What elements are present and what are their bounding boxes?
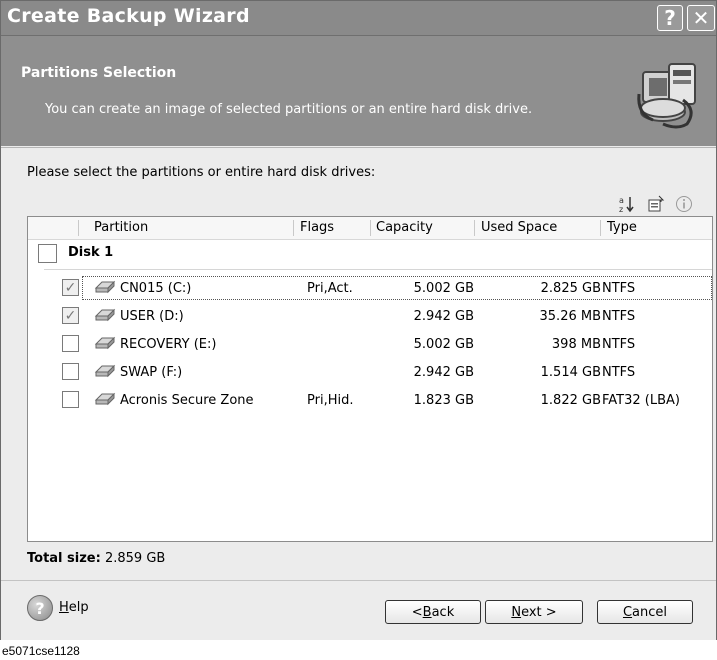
- svg-text:z: z: [619, 205, 623, 213]
- header-title: Partitions Selection: [21, 65, 177, 81]
- list-toolbar: az: [619, 193, 693, 215]
- hard-drive-icon: [94, 336, 116, 350]
- partition-type: NTFS: [602, 309, 636, 324]
- partition-checkbox[interactable]: ✓: [62, 279, 79, 296]
- partition-used-space: 2.825 GB: [540, 281, 601, 296]
- figure-caption: e5071cse1128: [2, 644, 80, 658]
- column-flags[interactable]: Flags: [300, 220, 334, 235]
- partition-used-space: 1.822 GB: [540, 393, 601, 408]
- partition-capacity: 5.002 GB: [413, 281, 474, 296]
- hard-drive-icon: [94, 308, 116, 322]
- partition-row[interactable]: ✓ USER (D:) 2.942 GB 35.26 MB NTFS: [28, 303, 712, 331]
- column-partition[interactable]: Partition: [94, 220, 148, 235]
- partition-checkbox[interactable]: [62, 363, 79, 380]
- back-button[interactable]: < Back: [385, 600, 481, 624]
- svg-text:a: a: [619, 196, 624, 205]
- partition-row[interactable]: ✓ CN015 (C:) Pri,Act. 5.002 GB 2.825 GB …: [28, 275, 712, 303]
- selection-prompt: Please select the partitions or entire h…: [27, 165, 376, 180]
- cancel-button[interactable]: Cancel: [597, 600, 693, 624]
- partition-row[interactable]: RECOVERY (E:) 5.002 GB 398 MB NTFS: [28, 331, 712, 359]
- help-link[interactable]: Help: [59, 600, 89, 615]
- partition-row[interactable]: SWAP (F:) 2.942 GB 1.514 GB NTFS: [28, 359, 712, 387]
- partition-used-space: 398 MB: [551, 337, 601, 352]
- partition-flags: Pri,Hid.: [307, 393, 354, 408]
- partition-flags: Pri,Act.: [307, 281, 353, 296]
- column-capacity[interactable]: Capacity: [376, 220, 433, 235]
- sort-icon[interactable]: az: [619, 195, 637, 213]
- partition-checkbox[interactable]: ✓: [62, 307, 79, 324]
- wizard-footer: ? Help < Back Next > Cancel: [1, 580, 716, 640]
- secure-zone-drive-icon: [94, 392, 116, 406]
- partition-type: NTFS: [602, 281, 636, 296]
- column-header: Partition Flags Capacity Used Space Type: [28, 217, 712, 240]
- title-bar[interactable]: Create Backup Wizard ? ✕: [1, 1, 716, 36]
- partition-type: FAT32 (LBA): [602, 393, 680, 408]
- column-used-space[interactable]: Used Space: [481, 220, 557, 235]
- disk-label: Disk 1: [68, 245, 114, 260]
- backup-disk-icon: [637, 63, 696, 129]
- disk-divider: [44, 269, 712, 270]
- partition-name: CN015 (C:): [120, 281, 192, 296]
- disk-row[interactable]: Disk 1: [28, 241, 712, 267]
- wizard-header: Partitions Selection You can create an i…: [1, 36, 716, 146]
- total-size-value: 2.859 GB: [104, 551, 166, 566]
- help-icon[interactable]: ?: [27, 595, 53, 621]
- total-size: Total size: 2.859 GB: [27, 551, 165, 566]
- hard-drive-icon: [94, 364, 116, 378]
- partition-checkbox[interactable]: [62, 335, 79, 352]
- partition-used-space: 1.514 GB: [540, 365, 601, 380]
- help-title-button[interactable]: ?: [657, 5, 683, 31]
- partition-name: RECOVERY (E:): [120, 337, 217, 352]
- partitions-list[interactable]: Partition Flags Capacity Used Space Type…: [27, 216, 713, 542]
- partition-capacity: 2.942 GB: [413, 365, 474, 380]
- header-subtitle: You can create an image of selected part…: [45, 102, 533, 117]
- total-size-label: Total size:: [27, 551, 101, 566]
- partition-row[interactable]: Acronis Secure Zone Pri,Hid. 1.823 GB 1.…: [28, 387, 712, 415]
- partition-name: SWAP (F:): [120, 365, 183, 380]
- partition-type: NTFS: [602, 365, 636, 380]
- partition-used-space: 35.26 MB: [539, 309, 601, 324]
- close-button[interactable]: ✕: [687, 5, 715, 31]
- partition-capacity: 1.823 GB: [413, 393, 474, 408]
- window-title: Create Backup Wizard: [7, 5, 250, 27]
- next-button[interactable]: Next >: [485, 600, 583, 624]
- partition-capacity: 5.002 GB: [413, 337, 474, 352]
- hard-drive-icon: [94, 280, 116, 294]
- info-icon: [675, 195, 693, 213]
- partition-name: USER (D:): [120, 309, 184, 324]
- column-type[interactable]: Type: [607, 220, 637, 235]
- properties-icon[interactable]: [647, 195, 665, 213]
- disk-checkbox[interactable]: [38, 244, 57, 263]
- partition-capacity: 2.942 GB: [413, 309, 474, 324]
- partition-name: Acronis Secure Zone: [120, 393, 254, 408]
- create-backup-wizard-window: Create Backup Wizard ? ✕ Partitions Sele…: [0, 0, 717, 640]
- partition-type: NTFS: [602, 337, 636, 352]
- wizard-content: Please select the partitions or entire h…: [1, 147, 716, 580]
- partition-checkbox[interactable]: [62, 391, 79, 408]
